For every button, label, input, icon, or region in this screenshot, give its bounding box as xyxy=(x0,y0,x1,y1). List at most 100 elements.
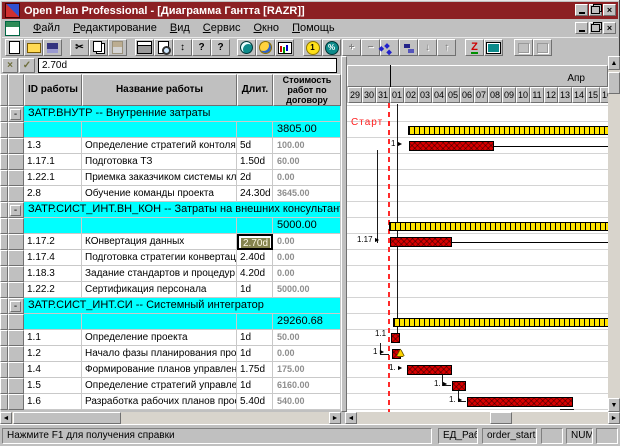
row-selector[interactable] xyxy=(8,346,24,362)
cell-id[interactable] xyxy=(24,122,82,138)
cell-name[interactable]: Определение проекта xyxy=(82,330,237,346)
row-selector[interactable] xyxy=(8,234,24,250)
cell-id[interactable]: 1.22.2 xyxy=(24,282,82,298)
column-header-id[interactable]: ID работы xyxy=(24,74,82,106)
cell-id[interactable] xyxy=(24,218,82,234)
row-selector[interactable] xyxy=(8,122,24,138)
cell-name[interactable]: Задание стандартов и процедур по д xyxy=(82,266,237,282)
row-selector[interactable] xyxy=(8,378,24,394)
cell-name[interactable]: КОнвертация данных xyxy=(82,234,237,250)
task-bar-1-17-2[interactable] xyxy=(390,237,452,247)
cell-name[interactable]: Подготовка стратегии конвертации xyxy=(82,250,237,266)
cell-name[interactable]: Сертификация персонала xyxy=(82,282,237,298)
column-header-name[interactable]: Название работы xyxy=(82,74,237,106)
row-selector[interactable] xyxy=(0,202,8,218)
document-icon[interactable] xyxy=(5,21,20,36)
task-bar-1-3[interactable] xyxy=(409,141,494,151)
resource-analysis-button[interactable] xyxy=(256,39,275,56)
row-selector[interactable] xyxy=(0,122,8,138)
summary-bar-group-3[interactable] xyxy=(393,318,608,327)
cell-duration[interactable]: 1d xyxy=(237,330,273,346)
row-selector[interactable] xyxy=(8,314,24,330)
row-selector[interactable] xyxy=(0,170,8,186)
cell-cost[interactable]: 5000.00 xyxy=(273,282,341,298)
row-selector[interactable] xyxy=(0,298,8,314)
cell-name[interactable]: Разработка рабочих планов проекта xyxy=(82,394,237,410)
cell-name[interactable]: Формирование планов управления xyxy=(82,362,237,378)
row-selector[interactable] xyxy=(0,330,8,346)
cell-id[interactable]: 1.17.4 xyxy=(24,250,82,266)
cell-id[interactable]: 1.1 xyxy=(24,330,82,346)
copy-button[interactable] xyxy=(89,39,108,56)
cell-duration[interactable]: 1.75d xyxy=(237,362,273,378)
scroll-left-button[interactable]: ◄ xyxy=(345,412,357,424)
collapse-group-button[interactable]: - xyxy=(10,109,21,120)
row-selector[interactable] xyxy=(0,394,8,410)
cell-id[interactable] xyxy=(24,314,82,330)
task-bar-1-6[interactable] xyxy=(467,397,573,407)
task-bar-1-5[interactable] xyxy=(452,381,466,391)
cell-duration[interactable]: 4.20d xyxy=(237,266,273,282)
context-help-button[interactable]: ? xyxy=(211,39,230,56)
cell-group-total[interactable]: 29260.68 xyxy=(273,314,341,330)
menu-edit[interactable]: Редактирование xyxy=(73,22,157,34)
cell-duration[interactable]: 1.50d xyxy=(237,154,273,170)
row-selector[interactable]: - xyxy=(8,106,24,122)
column-header-cost[interactable]: Стоимость работ по договору xyxy=(273,74,341,106)
edit-cancel-button[interactable]: × xyxy=(2,58,18,73)
task-bar-1-4[interactable] xyxy=(407,365,452,375)
cell-cost[interactable]: 6160.00 xyxy=(273,378,341,394)
collapse-group-button[interactable]: - xyxy=(10,301,21,312)
cell-cost[interactable]: 100.00 xyxy=(273,138,341,154)
paste-button[interactable] xyxy=(108,39,127,56)
cell-cost[interactable]: 0.00 xyxy=(273,170,341,186)
cell-cost[interactable]: 0.00 xyxy=(273,234,341,250)
group-title[interactable]: ЗАТР.СИСТ_ИНТ.ВН_КОН -- Затраты на внешн… xyxy=(24,202,341,218)
group-title[interactable]: ЗАТР.СИСТ_ИНТ.СИ -- Системный интегратор xyxy=(24,298,341,314)
row-selector[interactable] xyxy=(0,346,8,362)
row-selector[interactable] xyxy=(0,106,8,122)
menu-file[interactable]: Файл xyxy=(33,22,60,34)
cell-id[interactable]: 1.4 xyxy=(24,362,82,378)
cell-group-total[interactable]: 3805.00 xyxy=(273,122,341,138)
row-selector[interactable] xyxy=(0,154,8,170)
menu-help[interactable]: Помощь xyxy=(292,22,335,34)
cell-cost[interactable]: 0.00 xyxy=(273,346,341,362)
cell-id[interactable]: 1.2 xyxy=(24,346,82,362)
cell-edit-input[interactable] xyxy=(38,58,337,73)
open-button[interactable] xyxy=(24,39,43,56)
cell-duration[interactable]: 2d xyxy=(237,170,273,186)
scroll-down-button[interactable]: ▼ xyxy=(608,398,620,412)
cell-id[interactable]: 1.22.1 xyxy=(24,170,82,186)
row-selector[interactable]: - xyxy=(8,298,24,314)
scroll-left-button[interactable]: ◄ xyxy=(0,412,12,424)
child-minimize-button[interactable] xyxy=(575,22,588,34)
close-button[interactable]: × xyxy=(603,4,616,16)
row-selector[interactable] xyxy=(8,394,24,410)
row-selector[interactable] xyxy=(0,378,8,394)
cell-id[interactable]: 1.17.1 xyxy=(24,154,82,170)
row-selector[interactable] xyxy=(0,218,8,234)
row-selector[interactable] xyxy=(0,282,8,298)
row-selector[interactable] xyxy=(8,170,24,186)
edit-confirm-button[interactable]: ✓ xyxy=(19,58,35,73)
cell-id[interactable]: 1.17.2 xyxy=(24,234,82,250)
cell-id[interactable]: 1.5 xyxy=(24,378,82,394)
task-bar-1-1[interactable] xyxy=(391,333,400,343)
summary-bar-group-1[interactable] xyxy=(408,126,608,135)
row-selector[interactable] xyxy=(0,138,8,154)
restore-button[interactable] xyxy=(589,4,602,16)
cell-duration[interactable] xyxy=(237,314,273,330)
cell-id[interactable]: 1.3 xyxy=(24,138,82,154)
cell-name[interactable]: Начало фазы планирования проекта xyxy=(82,346,237,362)
column-header-duration[interactable]: Длит. xyxy=(237,74,273,106)
new-document-button[interactable] xyxy=(5,39,24,56)
row-selector[interactable] xyxy=(0,362,8,378)
menu-tools[interactable]: Сервис xyxy=(203,22,241,34)
cell-duration[interactable] xyxy=(237,218,273,234)
cell-name[interactable]: Обучение команды проекта xyxy=(82,186,237,202)
row-selector[interactable] xyxy=(8,154,24,170)
cell-duration[interactable]: 5.40d xyxy=(237,394,273,410)
row-selector[interactable] xyxy=(0,186,8,202)
row-selector[interactable] xyxy=(8,330,24,346)
